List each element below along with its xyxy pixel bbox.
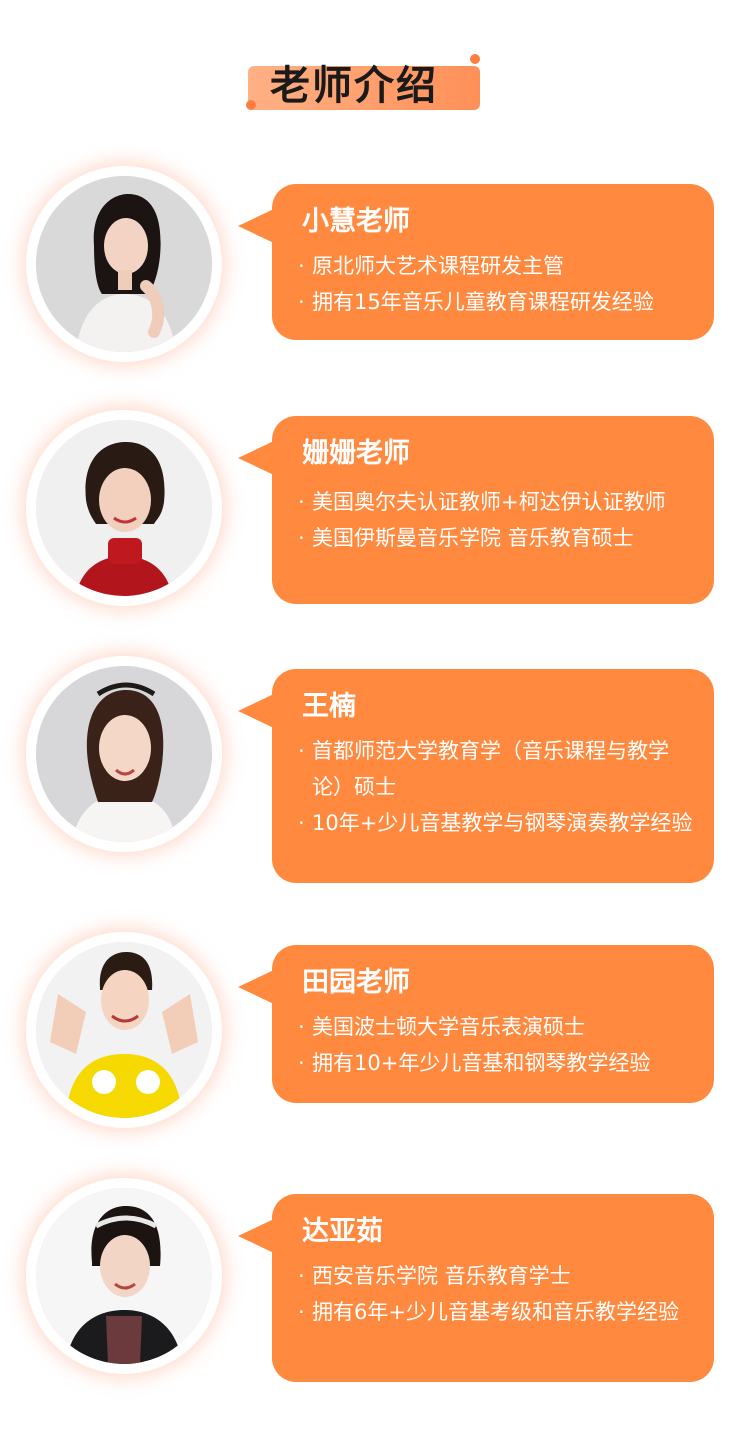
bubble-pointer xyxy=(238,969,276,1005)
teacher-credential: 10年+少儿音基教学与钢琴演奏教学经验 xyxy=(298,805,696,841)
teacher-name: 姗姗老师 xyxy=(302,438,410,469)
teacher-credential: 美国伊斯曼音乐学院 音乐教育硕士 xyxy=(298,520,696,556)
teacher-credential: 原北师大艺术课程研发主管 xyxy=(298,248,696,284)
teacher-avatar-frame xyxy=(26,1178,222,1374)
teacher-credential: 美国奥尔夫认证教师+柯达伊认证教师 xyxy=(298,484,696,520)
bubble-pointer xyxy=(238,440,276,476)
teacher-avatar-frame xyxy=(26,656,222,852)
teacher-credential: 首都师范大学教育学（音乐课程与教学论）硕士 xyxy=(298,733,696,805)
teacher-avatar-frame xyxy=(26,932,222,1128)
bubble-pointer xyxy=(238,1218,276,1254)
teacher-name: 田园老师 xyxy=(302,967,410,998)
bubble-pointer xyxy=(238,693,276,729)
teacher-photo xyxy=(36,420,212,596)
header-dot-right xyxy=(470,54,480,64)
teacher-credential: 西安音乐学院 音乐教育学士 xyxy=(298,1258,696,1294)
teacher-info-bubble: 小慧老师 原北师大艺术课程研发主管 拥有15年音乐儿童教育课程研发经验 xyxy=(238,184,714,340)
teacher-name: 小慧老师 xyxy=(302,206,410,237)
teacher-credential: 美国波士顿大学音乐表演硕士 xyxy=(298,1009,696,1045)
teacher-credential: 拥有10+年少儿音基和钢琴教学经验 xyxy=(298,1045,696,1081)
teacher-credential: 拥有6年+少儿音基考级和音乐教学经验 xyxy=(298,1294,696,1330)
teacher-avatar-frame xyxy=(26,166,222,362)
header-dot-left xyxy=(246,100,256,110)
teacher-info-bubble: 姗姗老师 美国奥尔夫认证教师+柯达伊认证教师 美国伊斯曼音乐学院 音乐教育硕士 xyxy=(238,416,714,604)
teacher-name: 王楠 xyxy=(302,691,356,722)
section-header: 老师介绍 xyxy=(246,54,486,120)
teacher-info-bubble: 达亚茹 西安音乐学院 音乐教育学士 拥有6年+少儿音基考级和音乐教学经验 xyxy=(238,1194,714,1382)
teacher-avatar-frame xyxy=(26,410,222,606)
bubble-pointer xyxy=(238,208,276,244)
teacher-name: 达亚茹 xyxy=(302,1216,383,1247)
teacher-photo xyxy=(36,1188,212,1364)
teacher-info-bubble: 王楠 首都师范大学教育学（音乐课程与教学论）硕士 10年+少儿音基教学与钢琴演奏… xyxy=(238,669,714,883)
teacher-info-bubble: 田园老师 美国波士顿大学音乐表演硕士 拥有10+年少儿音基和钢琴教学经验 xyxy=(238,945,714,1103)
teacher-credential: 拥有15年音乐儿童教育课程研发经验 xyxy=(298,284,696,320)
section-title: 老师介绍 xyxy=(270,63,438,109)
teacher-photo xyxy=(36,176,212,352)
teacher-photo xyxy=(36,942,212,1118)
teacher-photo xyxy=(36,666,212,842)
